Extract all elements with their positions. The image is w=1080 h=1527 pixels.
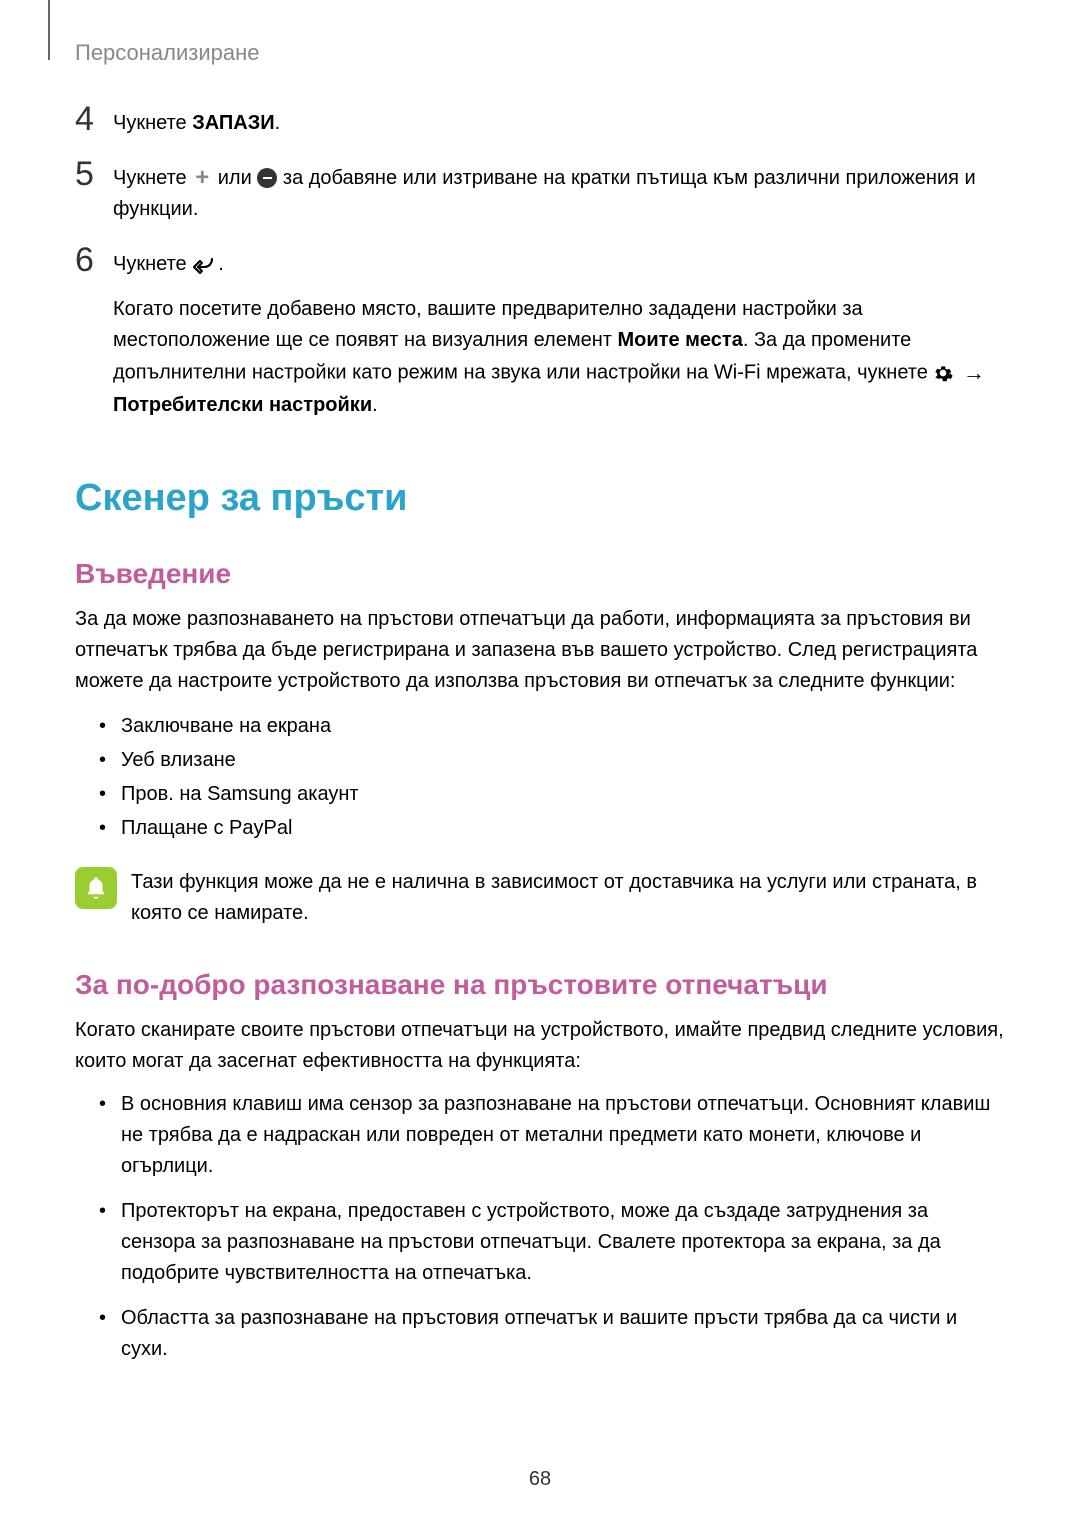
list-item: Областта за разпознаване на пръстовия от… xyxy=(99,1303,1005,1365)
recognition-bullet-list: В основния клавиш има сензор за разпозна… xyxy=(99,1089,1005,1365)
list-item: Уеб влизане xyxy=(99,743,1005,777)
step-text: Чукнете xyxy=(113,112,192,134)
step-text: Чукнете xyxy=(113,167,192,189)
intro-bullet-list: Заключване на екрана Уеб влизане Пров. н… xyxy=(99,709,1005,845)
page-number: 68 xyxy=(529,1468,551,1491)
list-item: Заключване на екрана xyxy=(99,709,1005,743)
arrow-icon: → xyxy=(959,356,989,390)
corner-decoration xyxy=(48,0,50,60)
step-number: 4 xyxy=(75,102,113,136)
bell-icon xyxy=(75,867,117,909)
subsection-intro: Въведение xyxy=(75,558,1005,590)
list-item: Плащане с PayPal xyxy=(99,811,1005,845)
list-item: Протекторът на екрана, предоставен с уст… xyxy=(99,1196,1005,1289)
step-text: Чукнете xyxy=(113,253,192,275)
minus-icon xyxy=(257,168,277,188)
step-bold: Моите места xyxy=(617,329,742,351)
subsection-recognition: За по-добро разпознаване на пръстовите о… xyxy=(75,969,1005,1001)
step-text: . xyxy=(218,253,224,275)
note-callout: Тази функция може да не е налична в зави… xyxy=(75,867,1005,929)
step-4: 4 Чукнете ЗАПАЗИ. xyxy=(75,102,1005,139)
step-6: 6 Чукнете . Когато посетите добавено мяс… xyxy=(75,243,1005,421)
step-bold: Потребителски настройки xyxy=(113,394,372,416)
step-body: Чукнете ЗАПАЗИ. xyxy=(113,102,280,139)
step-line-2: Когато посетите добавено място, вашите п… xyxy=(113,294,1005,421)
gear-icon xyxy=(933,363,953,383)
list-item: Пров. на Samsung акаунт xyxy=(99,777,1005,811)
step-number: 6 xyxy=(75,243,113,277)
note-text: Тази функция може да не е налична в зави… xyxy=(131,867,1005,929)
step-text: или xyxy=(212,167,257,189)
step-text: . xyxy=(372,394,378,416)
step-body: Чукнете . Когато посетите добавено място… xyxy=(113,243,1005,421)
section-title: Скенер за пръсти xyxy=(75,477,1005,520)
step-line-1: Чукнете . xyxy=(113,249,1005,280)
step-number: 5 xyxy=(75,157,113,191)
step-body: Чукнете + или за добавяне или изтриване … xyxy=(113,157,1005,225)
page-header: Персонализиране xyxy=(75,40,1005,66)
step-text: . xyxy=(275,112,281,134)
back-icon xyxy=(192,255,218,275)
recognition-body: Когато сканирате своите пръстови отпечат… xyxy=(75,1015,1005,1077)
step-5: 5 Чукнете + или за добавяне или изтриван… xyxy=(75,157,1005,225)
list-item: В основния клавиш има сензор за разпозна… xyxy=(99,1089,1005,1182)
plus-icon: + xyxy=(192,168,212,188)
step-list: 4 Чукнете ЗАПАЗИ. 5 Чукнете + или за доб… xyxy=(75,102,1005,421)
step-bold: ЗАПАЗИ xyxy=(192,112,274,134)
intro-body: За да може разпознаването на пръстови от… xyxy=(75,604,1005,697)
